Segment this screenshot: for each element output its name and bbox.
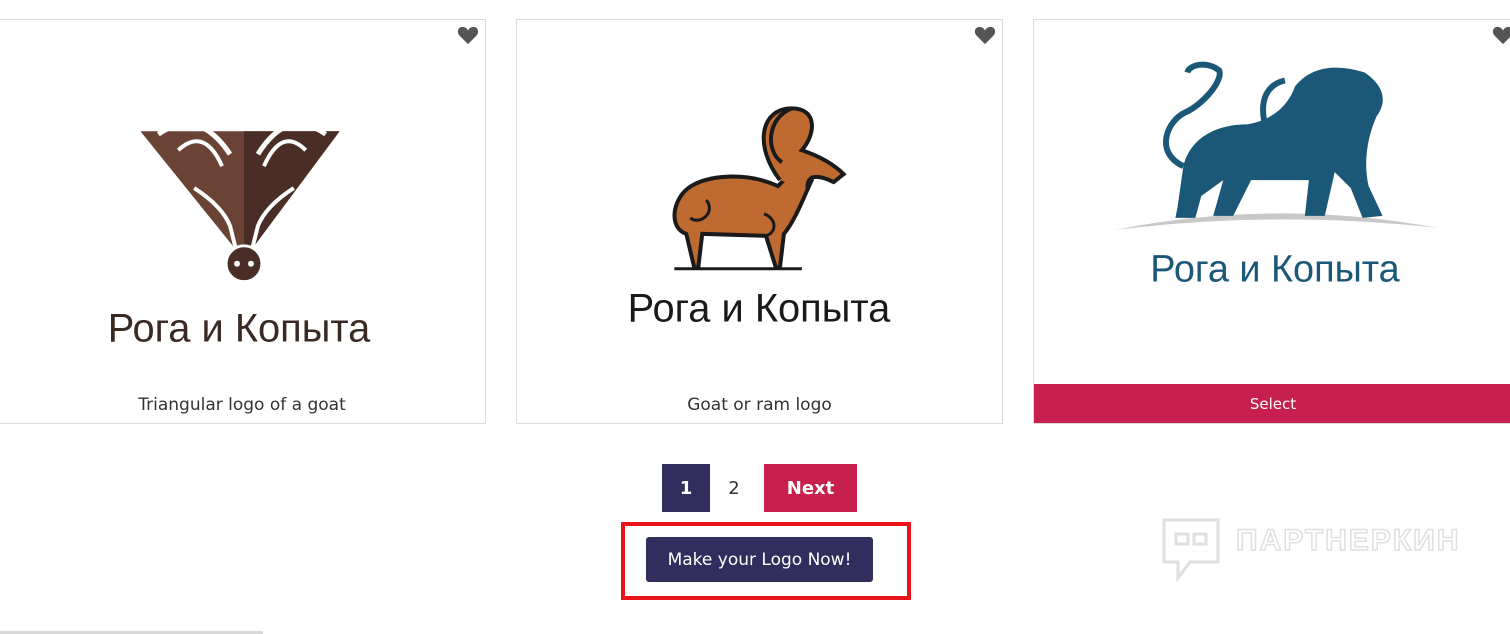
- heart-icon[interactable]: [1492, 25, 1510, 45]
- make-logo-button[interactable]: Make your Logo Now!: [646, 537, 873, 582]
- page-button-2[interactable]: 2: [710, 464, 758, 512]
- logo-text: Рога и Копыта: [108, 306, 371, 350]
- pagination: 1 2 Next: [662, 464, 857, 512]
- card-caption: Triangular logo of a goat: [138, 395, 346, 415]
- logo-text: Рога и Копыта: [1150, 249, 1400, 291]
- goat-triangle-logo-image: Рога и Копыта: [108, 121, 371, 350]
- heart-icon[interactable]: [457, 25, 479, 45]
- lion-goat-logo-image: Рога и Копыта: [1115, 61, 1439, 291]
- page-button-1[interactable]: 1: [662, 464, 710, 512]
- logo-card-lion-goat[interactable]: Рога и Копыта Select: [1033, 19, 1510, 424]
- logo-card-triangular-goat[interactable]: Рога и Копыта Triangular logo of a goat: [0, 19, 486, 424]
- goat-ram-logo-image: Рога и Копыта: [628, 106, 891, 330]
- heart-icon[interactable]: [974, 25, 996, 45]
- watermark: ПАРТНЕРКИН: [1160, 516, 1460, 586]
- watermark-chat-icon: [1162, 518, 1220, 582]
- logo-card-goat-ram[interactable]: Рога и Копыта Goat or ram logo: [516, 19, 1003, 424]
- select-button[interactable]: Select: [1034, 384, 1510, 423]
- logo-text: Рога и Копыта: [628, 286, 891, 330]
- card-caption: Goat or ram logo: [687, 395, 832, 415]
- watermark-text: ПАРТНЕРКИН: [1235, 523, 1461, 558]
- next-button[interactable]: Next: [764, 464, 857, 512]
